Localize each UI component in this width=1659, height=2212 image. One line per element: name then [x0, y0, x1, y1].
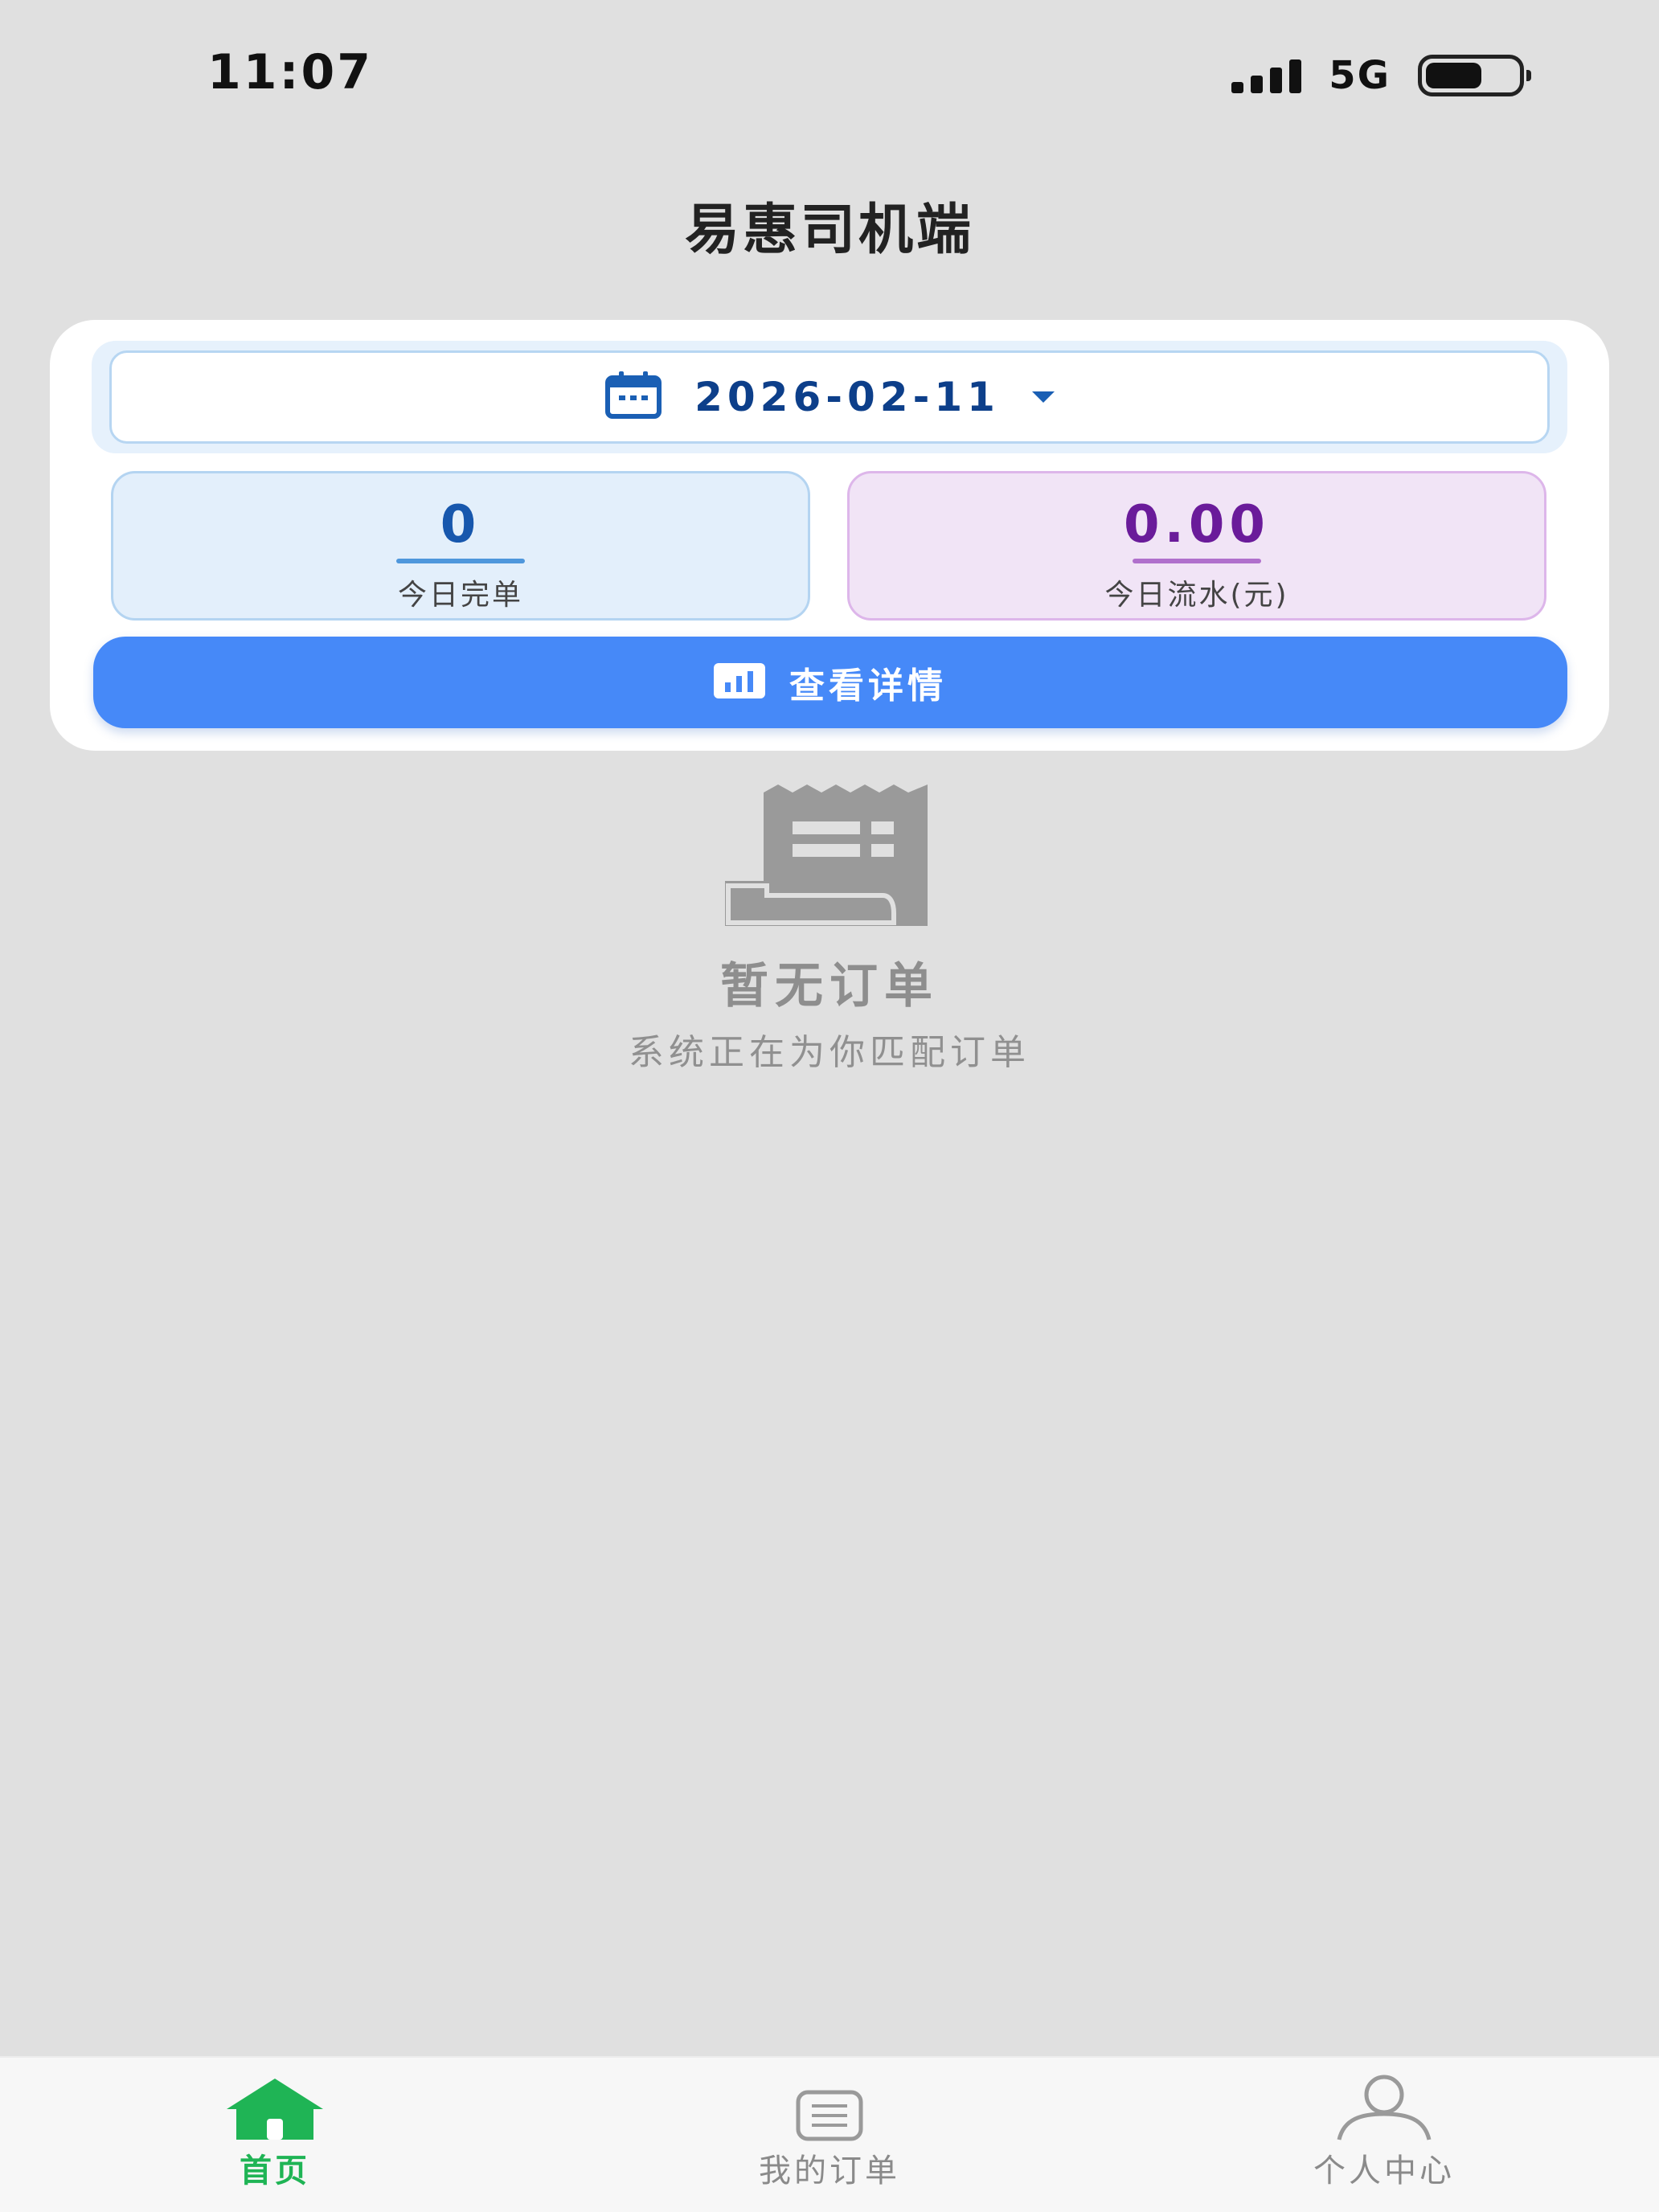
today-orders-value: 0	[440, 495, 481, 555]
chevron-down-icon	[1031, 391, 1055, 403]
empty-subtitle: 系统正在为你匹配订单	[629, 1032, 1030, 1073]
network-type: 5G	[1329, 53, 1391, 98]
view-details-button[interactable]: 查看详情	[93, 637, 1567, 728]
tab-home[interactable]: 首页	[130, 2074, 420, 2191]
tab-profile-label: 个人中心	[1313, 2153, 1455, 2189]
signal-icon	[1231, 58, 1302, 93]
today-income-stat: 0.00 今日流水(元)	[847, 471, 1546, 621]
bottom-tab-bar: 首页 我的订单 个人中心	[0, 2056, 1659, 2212]
date-selector[interactable]: 2026-02-11	[109, 350, 1550, 444]
today-income-value: 0.00	[1124, 495, 1270, 555]
selected-date: 2026-02-11	[694, 374, 1000, 420]
tab-profile[interactable]: 个人中心	[1239, 2074, 1529, 2191]
status-time: 11:07	[207, 44, 373, 100]
calendar-icon	[604, 371, 662, 423]
bar-chart-icon	[714, 663, 765, 702]
summary-card: 2026-02-11 0 今日完单 0.00 今日流水(元) 查看详情	[50, 320, 1609, 751]
receipt-icon	[725, 784, 934, 929]
order-list-icon	[685, 2074, 974, 2141]
user-icon	[1239, 2074, 1529, 2141]
tab-my-orders[interactable]: 我的订单	[685, 2074, 974, 2191]
today-orders-label: 今日完单	[397, 579, 523, 612]
empty-state: 暂无订单 系统正在为你匹配订单	[0, 784, 1659, 1075]
date-selector-wrapper: 2026-02-11	[92, 341, 1567, 453]
tab-my-orders-label: 我的订单	[759, 2153, 900, 2189]
battery-icon	[1418, 55, 1531, 96]
stat-underline	[396, 559, 525, 563]
today-income-label: 今日流水(元)	[1104, 579, 1289, 612]
status-bar: 11:07 5G	[0, 0, 1659, 153]
home-icon	[130, 2074, 420, 2141]
view-details-label: 查看详情	[789, 666, 947, 707]
empty-title: 暂无订单	[720, 958, 939, 1014]
stat-underline	[1133, 559, 1261, 563]
today-orders-stat: 0 今日完单	[111, 471, 810, 621]
status-indicators: 5G	[1231, 50, 1531, 101]
tab-home-label: 首页	[240, 2153, 310, 2189]
page-title: 易惠司机端	[684, 199, 974, 262]
